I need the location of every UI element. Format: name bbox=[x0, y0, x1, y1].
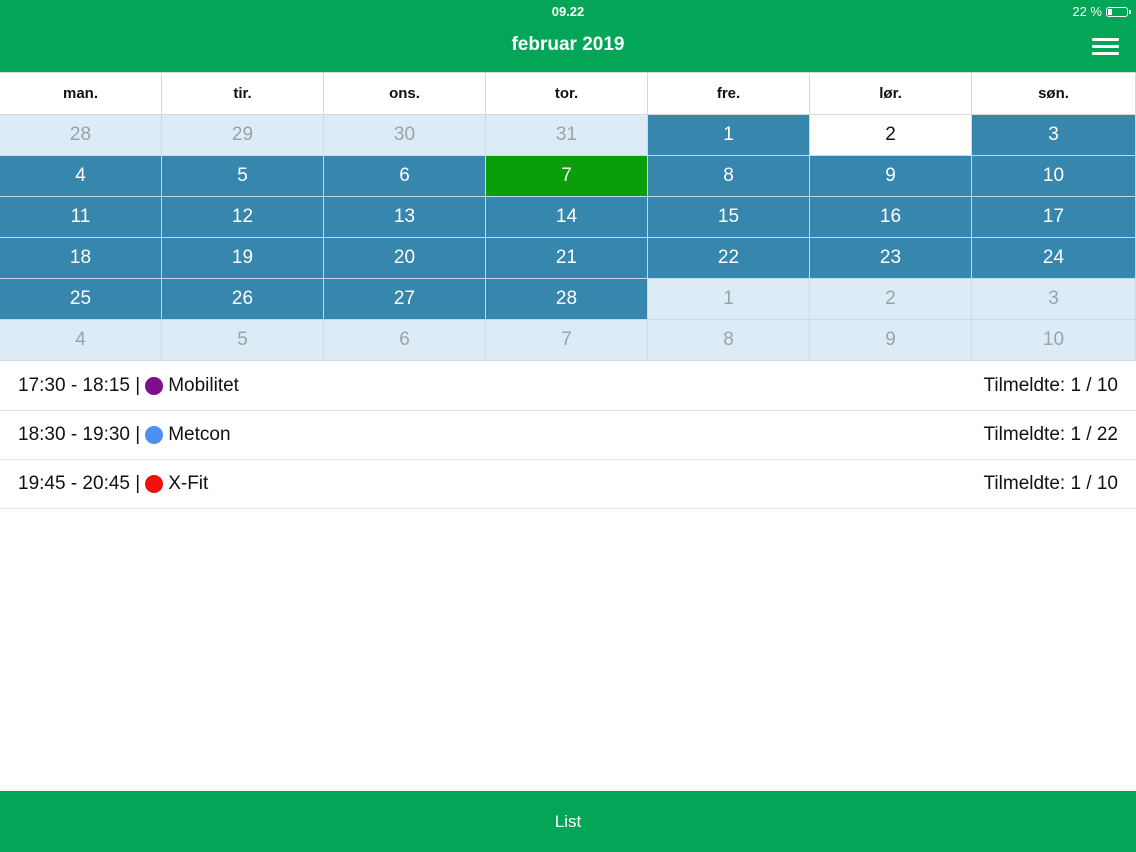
day-cell[interactable]: 4 bbox=[0, 320, 162, 361]
event-info: 18:30 - 19:30 | Metcon bbox=[18, 411, 231, 459]
weekday-header: ons. bbox=[324, 72, 486, 115]
day-cell[interactable]: 11 bbox=[0, 197, 162, 238]
day-cell[interactable]: 3 bbox=[972, 279, 1136, 320]
list-button[interactable]: List bbox=[0, 791, 1136, 852]
hamburger-menu-icon[interactable] bbox=[1092, 38, 1120, 56]
day-cell[interactable]: 24 bbox=[972, 238, 1136, 279]
event-info: 19:45 - 20:45 | X-Fit bbox=[18, 460, 208, 508]
event-name: Mobilitet bbox=[168, 375, 239, 396]
event-signup-count: Tilmeldte: 1 / 10 bbox=[983, 375, 1118, 396]
day-cell[interactable]: 14 bbox=[486, 197, 648, 238]
weekday-header: søn. bbox=[972, 72, 1136, 115]
weekday-header: fre. bbox=[648, 72, 810, 115]
day-cell[interactable]: 5 bbox=[162, 156, 324, 197]
day-cell[interactable]: 25 bbox=[0, 279, 162, 320]
day-cell[interactable]: 28 bbox=[486, 279, 648, 320]
day-cell[interactable]: 28 bbox=[0, 115, 162, 156]
day-cell[interactable]: 29 bbox=[162, 115, 324, 156]
day-cell[interactable]: 10 bbox=[972, 156, 1136, 197]
event-row[interactable]: 19:45 - 20:45 | X-Fit Tilmeldte: 1 / 10 bbox=[0, 460, 1136, 509]
event-info: 17:30 - 18:15 | Mobilitet bbox=[18, 362, 239, 410]
day-cell[interactable]: 15 bbox=[648, 197, 810, 238]
event-time: 17:30 - 18:15 | bbox=[18, 375, 141, 396]
event-signup-count: Tilmeldte: 1 / 22 bbox=[983, 424, 1118, 445]
day-cell[interactable]: 9 bbox=[810, 320, 972, 361]
battery-indicator: 22 % bbox=[1072, 4, 1131, 19]
header-bar: 09.22 22 % februar 2019 bbox=[0, 0, 1136, 72]
day-cell[interactable]: 27 bbox=[324, 279, 486, 320]
day-cell[interactable]: 26 bbox=[162, 279, 324, 320]
event-list: 17:30 - 18:15 | Mobilitet Tilmeldte: 1 / 1… bbox=[0, 362, 1136, 509]
battery-icon bbox=[1106, 6, 1131, 17]
day-cell[interactable]: 4 bbox=[0, 156, 162, 197]
day-cell[interactable]: 31 bbox=[486, 115, 648, 156]
page-title: februar 2019 bbox=[511, 34, 625, 55]
event-time: 18:30 - 19:30 | bbox=[18, 424, 141, 445]
event-name: X-Fit bbox=[168, 473, 209, 494]
day-cell[interactable]: 8 bbox=[648, 156, 810, 197]
event-row[interactable]: 17:30 - 18:15 | Mobilitet Tilmeldte: 1 / 1… bbox=[0, 362, 1136, 411]
day-cell[interactable]: 10 bbox=[972, 320, 1136, 361]
day-cell[interactable]: 17 bbox=[972, 197, 1136, 238]
day-cell[interactable]: 5 bbox=[162, 320, 324, 361]
weekday-header: tir. bbox=[162, 72, 324, 115]
day-cell[interactable]: 21 bbox=[486, 238, 648, 279]
weekday-header: lør. bbox=[810, 72, 972, 115]
day-cell[interactable]: 2 bbox=[810, 115, 972, 156]
day-cell[interactable]: 8 bbox=[648, 320, 810, 361]
day-cell[interactable]: 1 bbox=[648, 279, 810, 320]
day-cell[interactable]: 3 bbox=[972, 115, 1136, 156]
event-signup-count: Tilmeldte: 1 / 10 bbox=[983, 473, 1118, 494]
day-cell[interactable]: 23 bbox=[810, 238, 972, 279]
day-cell[interactable]: 19 bbox=[162, 238, 324, 279]
day-cell[interactable]: 2 bbox=[810, 279, 972, 320]
month-calendar: man. tir. ons. tor. fre. lør. søn. 28 29 30 31 1 2 3 4… bbox=[0, 72, 1136, 361]
event-color-dot-icon bbox=[145, 377, 164, 395]
list-button-label: List bbox=[554, 811, 582, 831]
day-cell[interactable]: 16 bbox=[810, 197, 972, 238]
event-color-dot-icon bbox=[145, 426, 164, 444]
day-cell-today[interactable]: 7 bbox=[486, 156, 648, 197]
status-time: 09.22 bbox=[551, 4, 585, 19]
day-cell[interactable]: 18 bbox=[0, 238, 162, 279]
event-name: Metcon bbox=[168, 424, 231, 445]
day-cell[interactable]: 12 bbox=[162, 197, 324, 238]
day-cell[interactable]: 7 bbox=[486, 320, 648, 361]
day-cell[interactable]: 6 bbox=[324, 320, 486, 361]
event-color-dot-icon bbox=[145, 475, 164, 493]
day-cell[interactable]: 6 bbox=[324, 156, 486, 197]
day-cell[interactable]: 1 bbox=[648, 115, 810, 156]
weekday-header: man. bbox=[0, 72, 162, 115]
weekday-header: tor. bbox=[486, 72, 648, 115]
event-row[interactable]: 18:30 - 19:30 | Metcon Tilmeldte: 1 / 22 bbox=[0, 411, 1136, 460]
day-cell[interactable]: 22 bbox=[648, 238, 810, 279]
day-cell[interactable]: 20 bbox=[324, 238, 486, 279]
day-cell[interactable]: 9 bbox=[810, 156, 972, 197]
battery-percent: 22 % bbox=[1072, 4, 1102, 19]
day-cell[interactable]: 13 bbox=[324, 197, 486, 238]
event-time: 19:45 - 20:45 | bbox=[18, 473, 141, 494]
day-cell[interactable]: 30 bbox=[324, 115, 486, 156]
